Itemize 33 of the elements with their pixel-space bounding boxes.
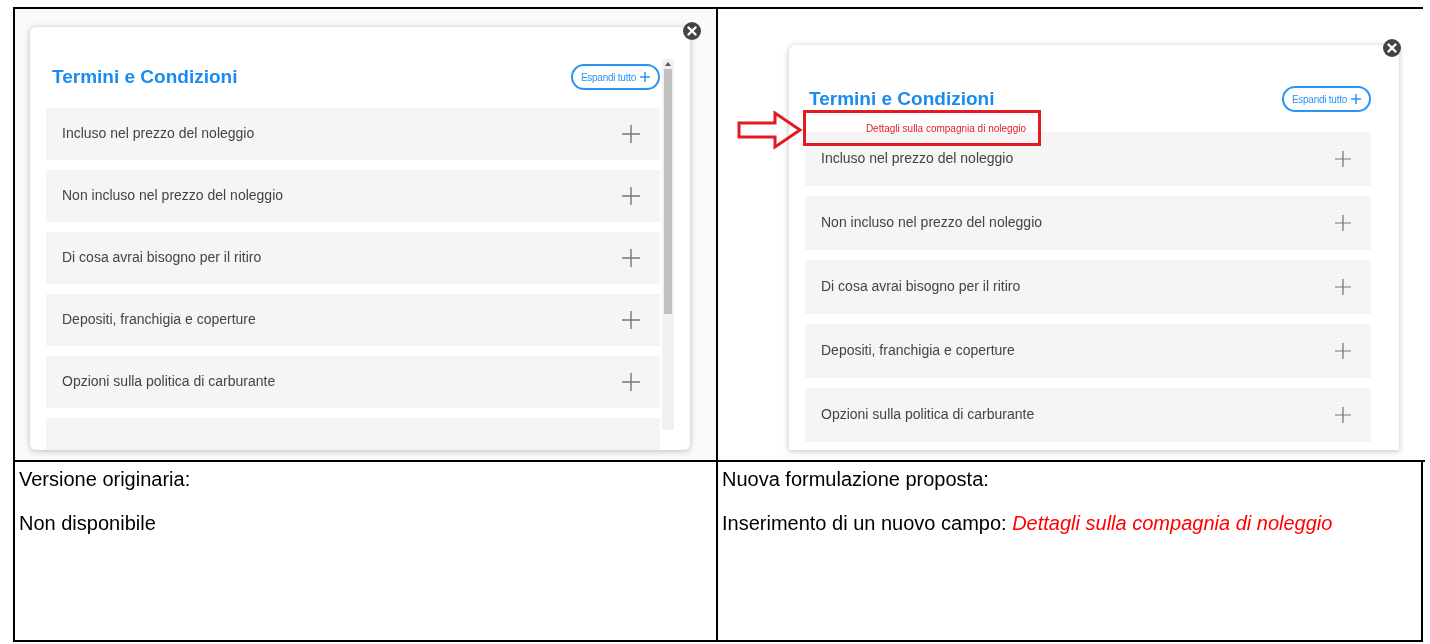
- dialog-title: Termini e Condizioni: [51, 65, 238, 89]
- close-icon[interactable]: [1383, 39, 1401, 57]
- plus-icon: [640, 72, 650, 83]
- annotation-label: Dettagli sulla compagnia di noleggio: [803, 110, 1041, 146]
- plus-icon: [1335, 214, 1351, 231]
- accordion-item[interactable]: Opzioni sulla politica di carburante: [46, 355, 660, 408]
- dialog-title: Termini e Condizioni: [808, 87, 995, 111]
- plus-icon: [622, 310, 640, 329]
- arrow-icon: [737, 110, 803, 150]
- plus-icon: [1335, 406, 1351, 423]
- plus-icon: [622, 372, 640, 391]
- accordion-item[interactable]: Depositi, franchigia e coperture: [46, 293, 660, 346]
- plus-icon: [1335, 278, 1351, 295]
- accordion-item[interactable]: Opzioni sulla politica di carburante: [805, 387, 1371, 442]
- plus-icon: [622, 124, 640, 143]
- note-heading: Nuova formulazione proposta:: [722, 467, 990, 491]
- close-icon[interactable]: [683, 22, 701, 40]
- accordion-item[interactable]: Non incluso nel prezzo del noleggio: [805, 195, 1371, 250]
- note-text: Non disponibile: [19, 511, 157, 535]
- note-text: Inserimento di un nuovo campo: Dettagli sulla compagnia di noleggio: [722, 511, 1334, 535]
- note-heading: Versione originaria:: [19, 467, 192, 491]
- accordion-item[interactable]: Depositi, franchigia e coperture: [805, 323, 1371, 378]
- plus-icon: [622, 248, 640, 267]
- accordion-item[interactable]: Di cosa avrai bisogno per il ritiro: [46, 231, 660, 284]
- scrollbar[interactable]: [662, 59, 674, 430]
- accordion-item[interactable]: Di cosa avrai bisogno per il ritiro: [805, 259, 1371, 314]
- scroll-up-arrow-icon[interactable]: [665, 62, 671, 66]
- accordion-item[interactable]: Non incluso nel prezzo del noleggio: [46, 169, 660, 222]
- accordion-item[interactable]: Incluso nel prezzo del noleggio: [46, 107, 660, 160]
- plus-icon: [1351, 94, 1361, 105]
- plus-icon: [622, 186, 640, 205]
- plus-icon: [1335, 150, 1351, 167]
- plus-icon: [1335, 342, 1351, 359]
